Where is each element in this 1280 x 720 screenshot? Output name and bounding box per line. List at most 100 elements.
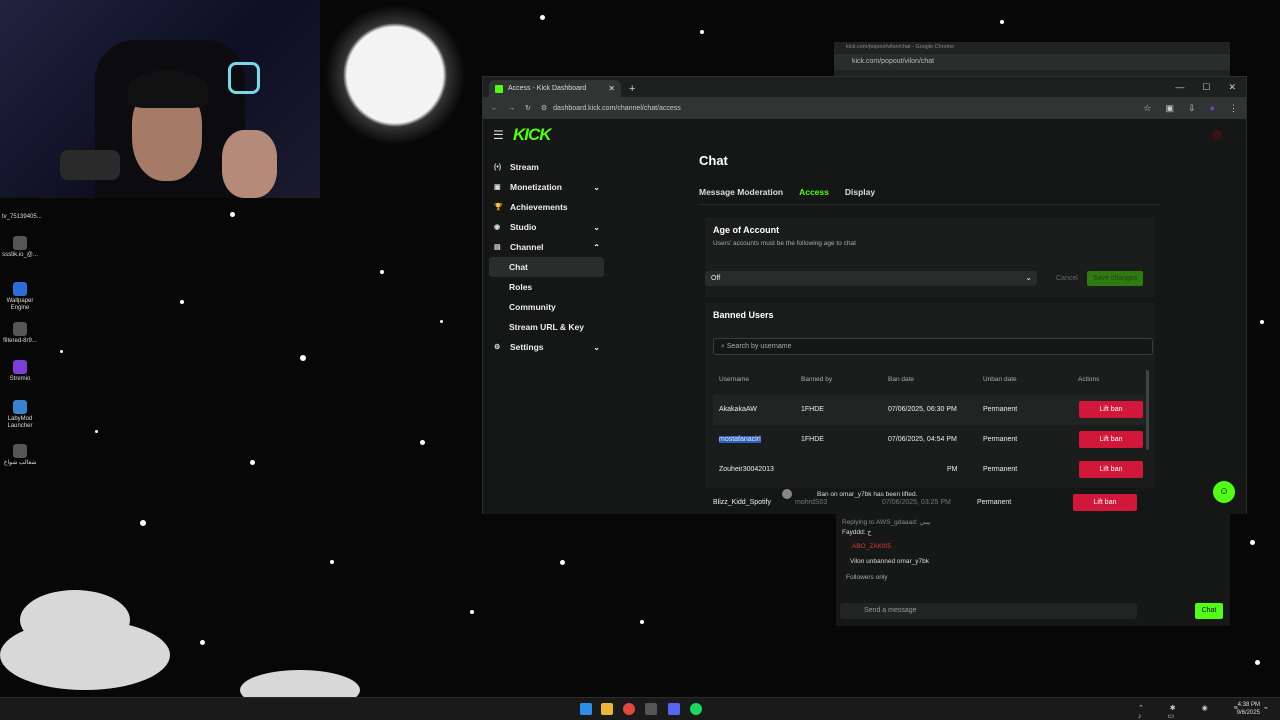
column-ban-date: Ban date	[888, 376, 915, 383]
webcam-microphone	[60, 150, 120, 180]
column-banned-by: Banned by	[801, 376, 833, 383]
desktop-icon[interactable]: شغالب شواخ	[2, 444, 38, 467]
tab-strip: Access - Kick Dashboard ✕ + — ☐ ✕	[483, 77, 1246, 97]
back-icon[interactable]: ←	[491, 105, 498, 112]
cancel-button[interactable]: Cancel	[1052, 271, 1082, 286]
lift-ban-button[interactable]: Lift ban	[1073, 494, 1137, 511]
age-select-value: Off	[711, 275, 721, 282]
sidebar-item-monetization[interactable]: ▣ Monetization ⌄	[489, 177, 604, 197]
close-window-icon[interactable]: ✕	[1228, 82, 1236, 93]
window-controls: — ☐ ✕	[1175, 82, 1246, 97]
tab-access[interactable]: Access	[799, 187, 829, 197]
new-tab-button[interactable]: +	[629, 83, 635, 95]
spotify-icon[interactable]	[690, 703, 702, 715]
ban-date-cell: 07/06/2025, 04:54 PM	[888, 436, 957, 443]
browser-tab[interactable]: Access - Kick Dashboard ✕	[489, 80, 621, 97]
close-tab-icon[interactable]: ✕	[608, 84, 615, 93]
chat-system-message: Vilon unbanned omar_y7bk	[850, 558, 930, 565]
downloads-icon[interactable]: ⇩	[1188, 103, 1196, 114]
menu-kebab-icon[interactable]: ⋮	[1229, 103, 1238, 114]
table-row: Blizz_Kidd_Spotify mohrdS03 07/06/2025, …	[707, 488, 1139, 518]
desktop-icon[interactable]: LabyMod Launcher	[2, 400, 38, 430]
popout-url[interactable]: kick.com/popout/vilon/chat	[834, 54, 1230, 70]
popout-chat-window[interactable]: kick.com/popout/vilon/chat - Google Chro…	[834, 42, 1230, 77]
clock[interactable]: 4:38 PM 9/6/2025	[1237, 701, 1260, 717]
sidebar-item-settings[interactable]: ⚙ Settings ⌄	[489, 337, 604, 357]
hamburger-menu-icon[interactable]: ☰	[493, 128, 513, 142]
reload-icon[interactable]: ↻	[525, 104, 531, 112]
file-explorer-icon[interactable]	[601, 703, 613, 715]
star	[200, 640, 205, 645]
sidebar-item-label: Studio	[510, 222, 537, 232]
table-row: AkakakaAW 1FHDE 07/06/2025, 06:30 PM Per…	[713, 395, 1145, 425]
sidebar-item-stream-url-key[interactable]: Stream URL & Key	[489, 317, 604, 337]
desktop-icon[interactable]: filtered-8r9...	[2, 322, 38, 345]
monetization-icon: ▣	[494, 184, 501, 191]
save-changes-button[interactable]: Save changes	[1087, 271, 1144, 286]
star	[1255, 660, 1260, 665]
sidebar-item-label: Channel	[510, 242, 544, 252]
sidebar-item-label: Community	[509, 302, 556, 312]
dashboard-sidebar: (•) Stream ▣ Monetization ⌄ 🏆 Achievements ◉…	[489, 157, 604, 357]
desktop-icon[interactable]: ssstik.io_@...	[2, 236, 38, 259]
lift-ban-button[interactable]: Lift ban	[1079, 461, 1143, 478]
wallpaper-engine-icon	[13, 282, 27, 296]
page-title: Chat	[699, 153, 728, 168]
sidebar-item-roles[interactable]: Roles	[489, 277, 604, 297]
desktop-icon[interactable]: Stremio	[2, 360, 38, 383]
stremio-icon	[13, 360, 27, 374]
lift-ban-button[interactable]: Lift ban	[1079, 401, 1143, 418]
trophy-icon: 🏆	[494, 204, 503, 211]
minimize-icon[interactable]: —	[1175, 82, 1184, 93]
banned-users-search-input[interactable]: ⌕ Search by username	[713, 338, 1153, 355]
bookmark-star-icon[interactable]: ☆	[1143, 103, 1151, 114]
banned-users-card: Banned Users ⌕ Search by username Userna…	[705, 303, 1155, 488]
support-chat-icon[interactable]: ☺	[1213, 481, 1235, 503]
chat-username[interactable]: ABO_ZAKI05	[852, 543, 891, 550]
start-icon[interactable]	[580, 703, 592, 715]
extensions-icon[interactable]: ▣	[1166, 103, 1175, 114]
chat-message: Fayddd: ح	[842, 529, 872, 536]
star	[440, 320, 443, 323]
table-scrollbar[interactable]	[1146, 370, 1149, 450]
kick-logo[interactable]: KICK	[513, 125, 552, 145]
star	[1260, 320, 1264, 324]
tab-message-moderation[interactable]: Message Moderation	[699, 187, 783, 197]
labymod-icon	[13, 400, 27, 414]
star	[470, 610, 474, 614]
username-cell: AkakakaAW	[719, 406, 757, 413]
cloud	[0, 620, 170, 690]
star	[640, 620, 644, 624]
chrome-icon[interactable]	[623, 703, 635, 715]
popout-chat-panel: Replying to AWS_gdaaad: بيبي Fayddd: ح A…	[836, 514, 1230, 626]
profile-avatar[interactable]: ●	[1210, 103, 1215, 114]
sidebar-item-channel[interactable]: ▤ Channel ⌃	[489, 237, 604, 257]
desktop-icon[interactable]: tv_75139405...	[2, 214, 42, 221]
desktop-icon[interactable]: Wallpaper Engine	[2, 282, 38, 312]
lift-ban-button[interactable]: Lift ban	[1079, 431, 1143, 448]
chat-send-button[interactable]: Chat	[1195, 603, 1223, 619]
banned-users-title: Banned Users	[713, 310, 774, 320]
sidebar-item-studio[interactable]: ◉ Studio ⌄	[489, 217, 604, 237]
sidebar-item-achievements[interactable]: 🏆 Achievements	[489, 197, 604, 217]
chat-message-input[interactable]: Send a message	[840, 603, 1137, 619]
tab-display[interactable]: Display	[845, 187, 875, 197]
sidebar-item-chat[interactable]: Chat	[489, 257, 604, 277]
sidebar-item-stream[interactable]: (•) Stream	[489, 157, 604, 177]
studio-icon: ◉	[494, 224, 501, 231]
sidebar-item-community[interactable]: Community	[489, 297, 604, 317]
site-info-icon[interactable]: ⚙	[541, 104, 547, 112]
desktop-icon-label: شغالب شواخ	[3, 460, 37, 466]
user-avatar[interactable]	[1212, 130, 1222, 140]
app-icon[interactable]	[645, 703, 657, 715]
webcam-neon-logo	[228, 62, 260, 94]
desktop: tv_75139405... ssstik.io_@... Wallpaper …	[0, 0, 1280, 720]
discord-icon[interactable]	[668, 703, 680, 715]
maximize-icon[interactable]: ☐	[1202, 82, 1210, 93]
search-icon: ⌕	[721, 343, 725, 350]
age-of-account-card: Age of Account Users' accounts must be t…	[705, 217, 1155, 297]
age-select[interactable]: Off ⌄	[705, 271, 1037, 286]
banned-by-cell: 1FHDE	[801, 436, 824, 443]
url-field[interactable]: ⚙ dashboard.kick.com/channel/chat/access	[541, 104, 681, 113]
forward-icon[interactable]: →	[508, 105, 515, 112]
